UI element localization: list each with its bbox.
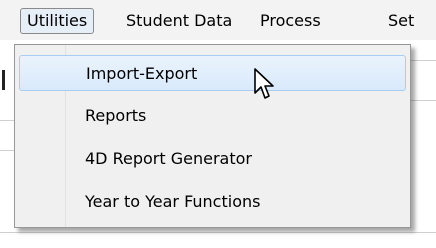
background-divider <box>410 100 436 101</box>
menu-item-reports-label: Reports <box>85 106 147 125</box>
background-divider <box>0 232 436 233</box>
menu-item-4d-report-generator-label: 4D Report Generator <box>85 149 252 168</box>
menu-student-data[interactable]: Student Data <box>126 8 232 34</box>
menu-process-label: Process <box>260 11 321 30</box>
menu-process[interactable]: Process <box>260 8 321 34</box>
background-divider <box>0 120 14 121</box>
menu-item-year-to-year-functions-label: Year to Year Functions <box>85 192 261 211</box>
utilities-dropdown-menu: Import-Export Reports 4D Report Generato… <box>14 44 411 228</box>
menu-utilities[interactable]: Utilities <box>20 8 95 34</box>
menu-item-import-export-label: Import-Export <box>86 64 198 83</box>
background-divider <box>410 60 436 61</box>
menu-utilities-label: Utilities <box>27 11 88 30</box>
menu-setup-label: Set <box>388 11 415 30</box>
menu-item-year-to-year-functions[interactable]: Year to Year Functions <box>19 184 406 220</box>
menu-item-import-export[interactable]: Import-Export <box>19 55 406 91</box>
background-fragment <box>2 70 5 90</box>
menu-student-data-label: Student Data <box>126 11 233 30</box>
menu-bar: Utilities Student Data Process Set <box>0 0 436 41</box>
background-divider <box>0 150 14 151</box>
menu-setup[interactable]: Set <box>388 8 414 34</box>
menu-item-4d-report-generator[interactable]: 4D Report Generator <box>19 141 406 177</box>
mouse-pointer-icon <box>254 68 274 99</box>
menu-item-reports[interactable]: Reports <box>19 98 406 134</box>
